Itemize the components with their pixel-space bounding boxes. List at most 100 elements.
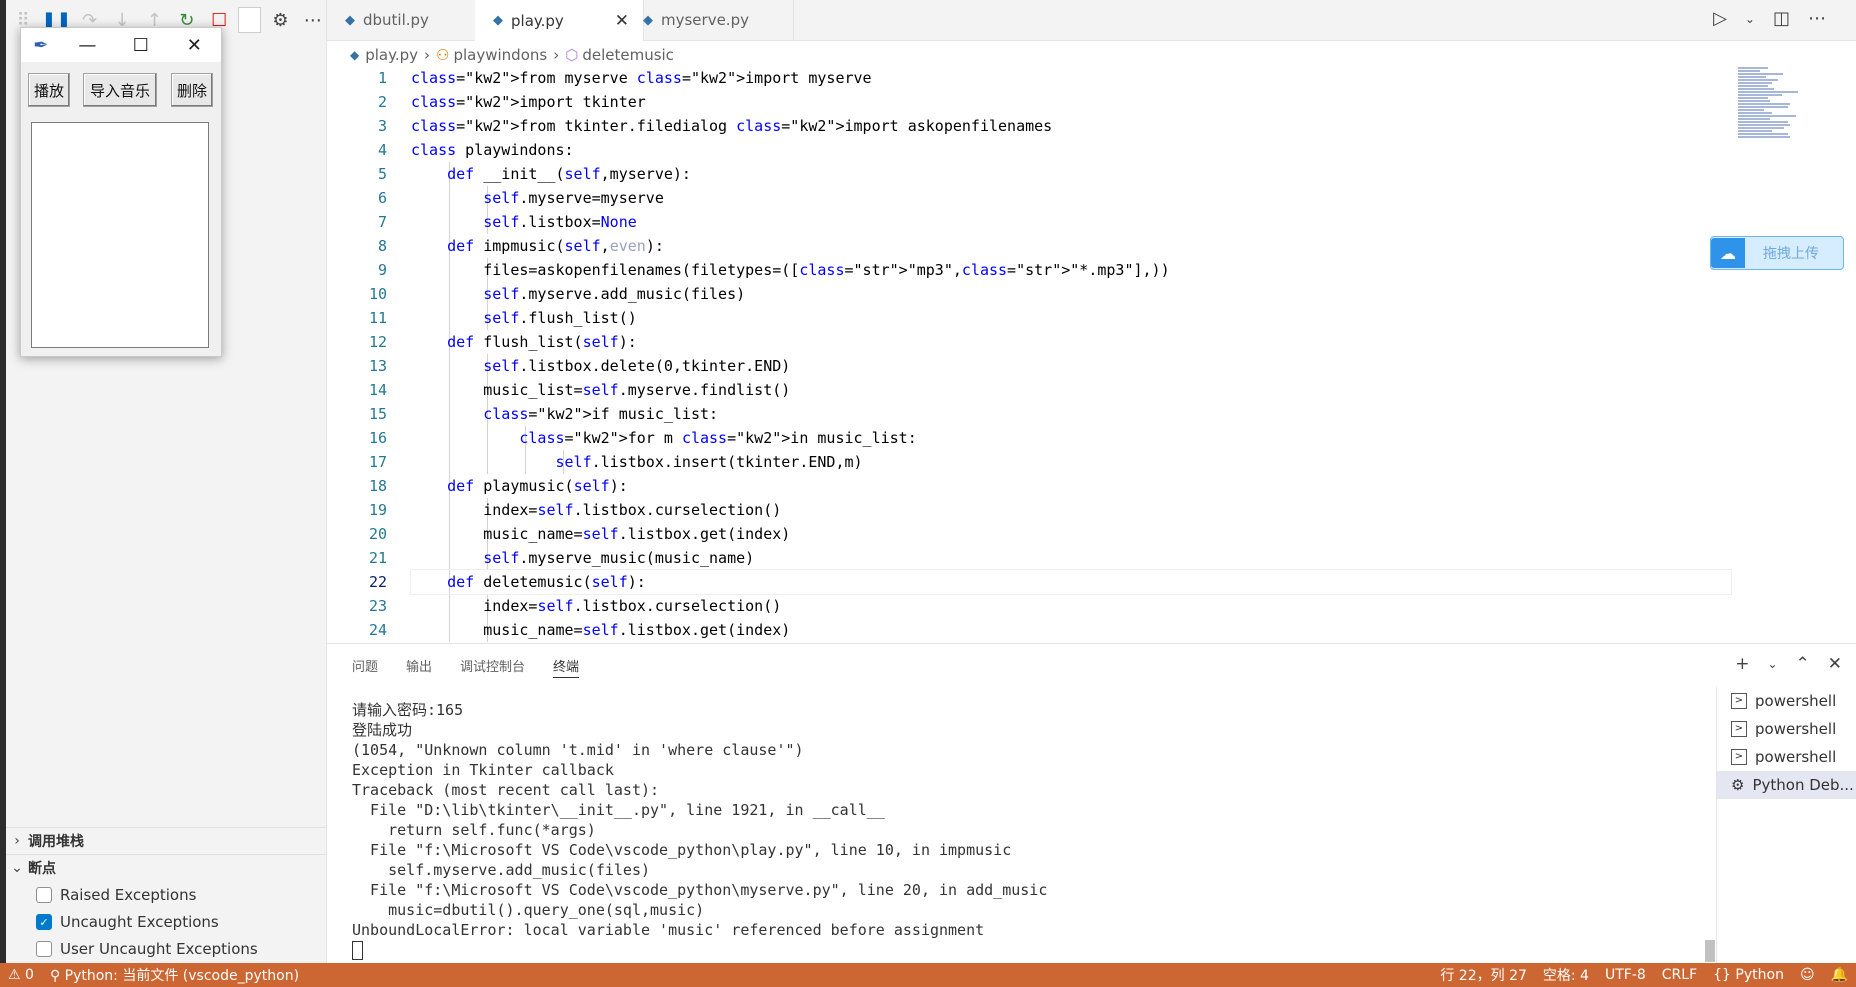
terminal-icon: > [1731,693,1747,709]
music-listbox[interactable] [31,122,209,348]
language-mode[interactable]: {} Python [1705,967,1792,983]
more-icon[interactable]: ⋯ [1808,8,1826,30]
tab-terminal[interactable]: 终端 [553,656,580,678]
terminal-instance-label: powershell [1755,692,1837,710]
breakpoint-label: User Uncaught Exceptions [60,940,258,958]
terminal-instance-list: > powershell > powershell > powershell ⚙… [1716,687,1856,963]
breadcrumb-file[interactable]: play.py [365,46,418,64]
status-bar: ⚠ 0 ⚲ Python: 当前文件 (vscode_python) 行 22，… [0,963,1856,987]
line-number: 6 [377,189,387,207]
line-number-current: 22 [368,573,387,591]
breakpoint-label: Raised Exceptions [60,886,197,904]
breadcrumb-method[interactable]: deletemusic [582,46,674,64]
activity-bar [0,0,6,963]
bell-icon[interactable]: 🔔 [1823,967,1856,983]
line-number: 14 [368,381,387,399]
interpreter-label: Python: 当前文件 (vscode_python) [64,968,300,984]
terminal-prompt [352,940,1702,960]
more-icon[interactable]: ⋯ [300,6,326,34]
code-line: music_name=self.listbox.get(index) [411,525,791,543]
line-number: 19 [368,501,387,519]
line-number: 8 [377,237,387,255]
code-line: class="kw2">for m class="kw2">in music_l… [519,429,917,447]
checkbox[interactable] [36,941,52,957]
line-number: 3 [377,117,387,135]
problems-count: 0 [25,967,34,983]
upload-button[interactable]: ☁ 拖拽上传 [1710,236,1844,270]
indentation[interactable]: 空格: 4 [1535,965,1597,985]
breakpoint-raised[interactable]: Raised Exceptions [36,882,196,908]
run-icon[interactable]: ▷ [1713,8,1727,30]
tk-titlebar: ✒ — ☐ ✕ [21,28,221,62]
problems-indicator[interactable]: ⚠ 0 [0,967,42,983]
line-number: 11 [368,309,387,327]
line-number: 15 [368,405,387,423]
terminal-line: UnboundLocalError: local variable 'music… [352,921,985,939]
chevron-right-icon: › [424,46,431,64]
split-editor-icon[interactable]: ◫ [1773,8,1790,30]
import-music-button[interactable]: 导入音乐 [83,73,157,107]
terminal-instance[interactable]: > powershell [1717,743,1856,771]
terminal-instance[interactable]: > powershell [1717,715,1856,743]
tab-play[interactable]: ◆ play.py ✕ [475,0,644,41]
feedback-icon[interactable]: ☺ [1792,967,1823,983]
tab-dbutil[interactable]: ◆ dbutil.py [327,0,494,40]
tab-output[interactable]: 输出 [406,656,432,678]
close-panel-icon[interactable]: ✕ [1828,654,1842,674]
end-of-line[interactable]: CRLF [1654,967,1705,983]
breakpoint-uncaught[interactable]: ✓ Uncaught Exceptions [36,909,219,935]
minimize-icon[interactable]: — [61,35,114,56]
breakpoints-label: 断点 [28,861,56,877]
code-line: def flush_list(self): [447,333,637,351]
checkbox-checked[interactable]: ✓ [36,914,52,930]
breadcrumb-class[interactable]: playwindons [453,46,547,64]
feather-icon: ✒ [33,34,49,56]
code-editor[interactable]: class="kw2">from myserve class="kw2">imp… [410,66,1732,642]
line-number: 7 [377,213,387,231]
chevron-down-icon[interactable]: ⌄ [1767,654,1777,674]
add-terminal-icon[interactable]: + [1735,654,1749,674]
panel-tabs: 问题 输出 调试控制台 终端 [352,656,580,678]
terminal-line: (1054, "Unknown column 't.mid' in 'where… [352,741,804,759]
code-line: self.myserve=myserve [483,189,664,207]
code-line: def __init__(self,myserve): [447,165,691,183]
tab-myserve[interactable]: ◆ myserve.py [625,0,794,40]
config-select[interactable] [238,7,262,33]
terminal-output[interactable]: 请输入密码:165 登陆成功 (1054, "Unknown column 't… [352,700,1702,960]
delete-button[interactable]: 删除 [171,73,213,107]
chevron-right-icon: › [14,833,20,849]
close-icon[interactable]: ✕ [168,35,221,56]
terminal-instance-selected[interactable]: ⚙ Python Deb... [1717,771,1856,799]
breakpoints-section[interactable]: ⌄ 断点 [6,854,326,881]
code-line-current: def deletemusic(self): [410,569,1732,595]
tab-debug-console[interactable]: 调试控制台 [460,656,525,678]
line-number: 12 [368,333,387,351]
maximize-panel-icon[interactable]: ⌃ [1796,654,1810,674]
upload-label: 拖拽上传 [1763,246,1819,262]
checkbox[interactable] [36,887,52,903]
breakpoint-user-uncaught[interactable]: User Uncaught Exceptions [36,936,258,962]
code-line: class="kw2">if music_list: [483,405,719,423]
panel-divider [327,643,1856,644]
gear-icon[interactable]: ⚙ [267,6,293,34]
line-number: 18 [368,477,387,495]
code-line: self.myserve_music(music_name) [483,549,755,567]
call-stack-section[interactable]: › 调用堆栈 [6,827,326,854]
line-number: 9 [377,261,387,279]
code-line: self.listbox.delete(0,tkinter.END) [483,357,791,375]
interpreter-indicator[interactable]: ⚲ Python: 当前文件 (vscode_python) [42,965,307,985]
terminal-instance[interactable]: > powershell [1717,687,1856,715]
cursor-position[interactable]: 行 22，列 27 [1432,965,1535,985]
terminal-scrollbar[interactable] [1705,940,1715,962]
language-label: Python [1735,967,1784,983]
terminal-line: File "D:\lib\tkinter\__init__.py", line … [352,801,885,819]
play-button[interactable]: 播放 [28,73,70,107]
editor-tabbar: ◆ dbutil.py ◆ play.py ✕ ◆ myserve.py ▷ ⌄… [327,0,1856,41]
code-line: class="kw2">from tkinter.filedialog clas… [411,117,1053,135]
chevron-down-icon[interactable]: ⌄ [1745,8,1755,30]
tab-problems[interactable]: 问题 [352,656,378,678]
encoding[interactable]: UTF-8 [1597,967,1654,983]
maximize-icon[interactable]: ☐ [114,35,167,56]
method-icon: ⬡ [565,46,579,64]
minimap[interactable] [1738,66,1848,186]
